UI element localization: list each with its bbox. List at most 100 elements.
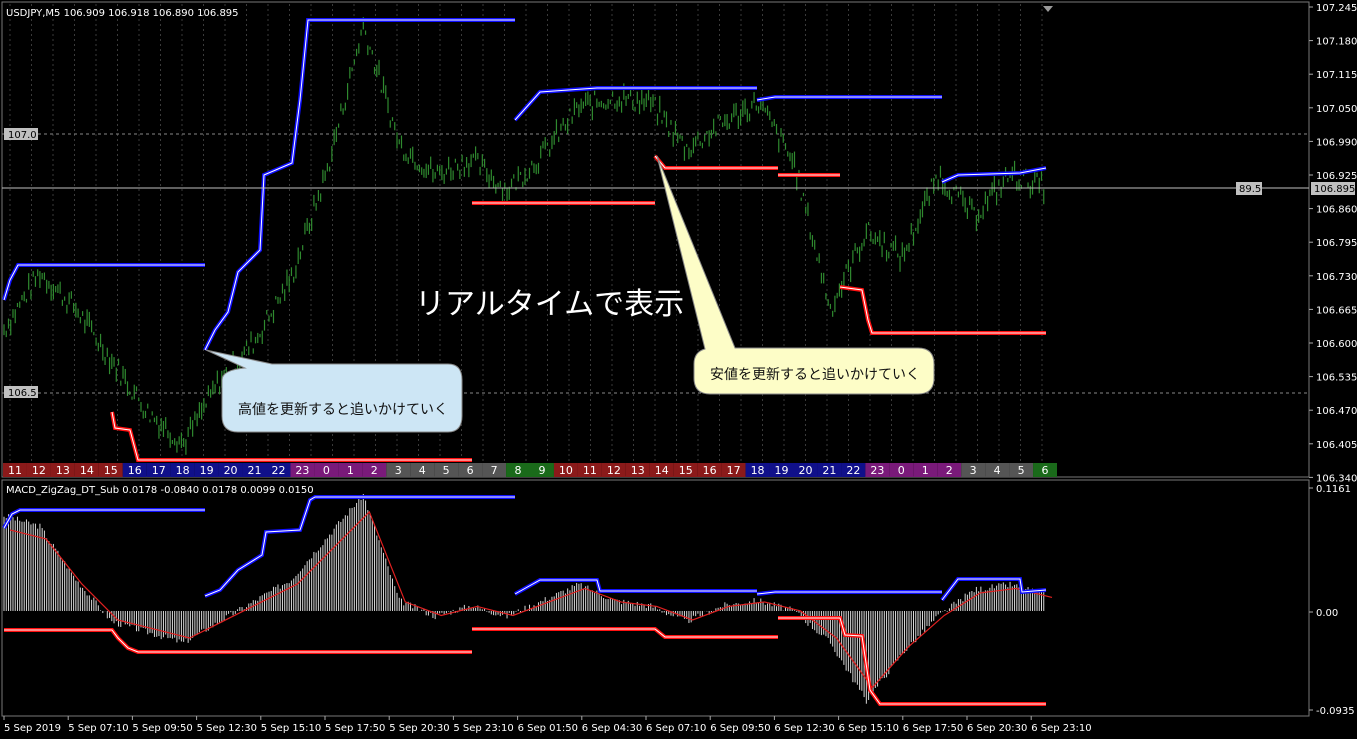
hour-label: 7: [491, 464, 498, 477]
hour-label: 12: [32, 464, 46, 477]
sub-panel-frame: [1, 479, 1310, 717]
price-tick-label: 106.860: [1316, 205, 1357, 216]
low-line: [839, 285, 1046, 335]
hour-label: 23: [870, 464, 884, 477]
grid: [2, 4, 1309, 462]
hour-label: 15: [104, 464, 118, 477]
callout-low-text: 安値を更新すると追いかけていく: [710, 367, 920, 383]
indicator-header: MACD_ZigZag_DT_Sub 0.0178 -0.0840 0.0178…: [6, 485, 314, 496]
time-tick-label: 6 Sep 20:30: [967, 723, 1027, 734]
high-line-core: [3, 264, 205, 301]
time-tick-label: 6 Sep 15:10: [839, 723, 899, 734]
hour-label: 22: [271, 464, 285, 477]
hour-label: 19: [200, 464, 214, 477]
macd-low-line-core: [4, 629, 472, 653]
realtime-annotation: リアルタイムで表示: [415, 287, 684, 322]
hour-label: 16: [703, 464, 717, 477]
macd-high-line: [514, 578, 757, 596]
price-tick-label: 106.470: [1316, 406, 1357, 417]
macd-high-line: [204, 495, 515, 598]
price-tick-label: 106.665: [1316, 305, 1357, 316]
price-tick-label: 107.115: [1316, 70, 1357, 81]
callout-high-bubble: [205, 349, 463, 433]
hour-label: 3: [970, 464, 977, 477]
crosshair-value-label: 89.5: [1239, 184, 1261, 195]
hour-label: 5: [1018, 464, 1025, 477]
price-tick-label: 106.730: [1316, 272, 1357, 283]
hour-label: 1: [347, 464, 354, 477]
macd-low-line-core: [778, 617, 1046, 705]
macd-histogram: [3, 494, 1053, 704]
hour-label: 21: [822, 464, 836, 477]
level-label: 107.0: [8, 130, 37, 141]
trading-chart[interactable]: 11 12 13 14 15 16 17 18 19 20 21 22 23 0 1 2 3 4 5 6 7 8 9 10 11…: [0, 0, 1357, 739]
macd-low-line: [4, 628, 472, 654]
hour-label: 14: [80, 464, 94, 477]
hour-label: 3: [395, 464, 402, 477]
hour-label: 9: [538, 464, 545, 477]
time-tick-label: 5 Sep 23:10: [453, 723, 513, 734]
macd-high-line: [2, 508, 205, 529]
hour-label: 17: [727, 464, 741, 477]
hour-label: 20: [798, 464, 812, 477]
low-line: [653, 154, 778, 170]
hour-label: 0: [898, 464, 905, 477]
hour-label: 5: [443, 464, 450, 477]
time-tick-label: 6 Sep 23:10: [1031, 723, 1091, 734]
time-tick-label: 5 Sep 17:50: [325, 723, 385, 734]
time-tick-label: 5 Sep 07:10: [68, 723, 128, 734]
price-tick-label: 106.795: [1316, 238, 1357, 249]
hour-label: 15: [679, 464, 693, 477]
macd-tick-label: -0.0935: [1316, 706, 1355, 717]
hour-label: 21: [248, 464, 262, 477]
current-price-label: 106.895: [1314, 184, 1355, 195]
price-tick-label: 106.405: [1316, 440, 1357, 451]
price-tick-label: 106.600: [1316, 339, 1357, 350]
hour-label: 20: [224, 464, 238, 477]
hour-label: 0: [323, 464, 330, 477]
macd-zigzag-lines: [2, 495, 1047, 706]
hour-band: 11 12 13 14 15 16 17 18 19 20 21 22 23 0 1 2 3 4 5 6 7 8 9 10 11…: [3, 463, 1057, 477]
hour-label: 22: [846, 464, 860, 477]
price-tick-label: 106.535: [1316, 373, 1357, 384]
macd-low-line: [778, 616, 1046, 706]
time-tick-label: 6 Sep 09:50: [710, 723, 770, 734]
high-line: [513, 86, 757, 122]
macd-low-line: [472, 627, 778, 639]
time-tick-label: 5 Sep 12:30: [197, 723, 257, 734]
hour-label: 16: [128, 464, 142, 477]
hour-label: 18: [176, 464, 190, 477]
price-tick-label: 106.340: [1316, 473, 1357, 484]
time-tick-label: 5 Sep 2019: [4, 723, 61, 734]
macd-axis: 0.1161 0.00 -0.0935: [1309, 484, 1355, 717]
hour-label: 13: [631, 464, 645, 477]
price-tick-label: 107.050: [1316, 104, 1357, 115]
hour-label: 17: [152, 464, 166, 477]
symbol-header: USDJPY,M5 106.909 106.918 106.890 106.89…: [6, 8, 239, 19]
hour-label: 19: [775, 464, 789, 477]
price-tick-label: 106.925: [1316, 171, 1357, 182]
shift-marker-icon[interactable]: [1043, 6, 1053, 12]
hour-label: 6: [467, 464, 474, 477]
hour-label: 1: [922, 464, 929, 477]
time-tick-label: 6 Sep 04:30: [582, 723, 642, 734]
macd-tick-label: 0.00: [1316, 608, 1338, 619]
time-tick-label: 6 Sep 12:30: [774, 723, 834, 734]
time-tick-label: 5 Sep 15:10: [261, 723, 321, 734]
hour-label: 11: [583, 464, 597, 477]
hour-label: 14: [655, 464, 669, 477]
macd-high-line-core: [3, 509, 205, 529]
time-tick-label: 6 Sep 07:10: [646, 723, 706, 734]
hour-label: 11: [8, 464, 22, 477]
level-label: 106.5: [8, 388, 37, 399]
hour-label: 6: [1042, 464, 1049, 477]
hour-label: 13: [56, 464, 70, 477]
hour-label: 12: [607, 464, 621, 477]
price-tick-label: 107.245: [1316, 3, 1357, 14]
macd-signal-line: [9, 510, 1053, 689]
price-tick-label: 106.990: [1316, 137, 1357, 148]
time-axis: 5 Sep 2019 5 Sep 07:10 5 Sep 09:50 5 Sep 12…: [3, 716, 1092, 734]
price-tick-label: 107.180: [1316, 37, 1357, 48]
hour-label: 23: [295, 464, 309, 477]
time-tick-label: 6 Sep 17:50: [903, 723, 963, 734]
